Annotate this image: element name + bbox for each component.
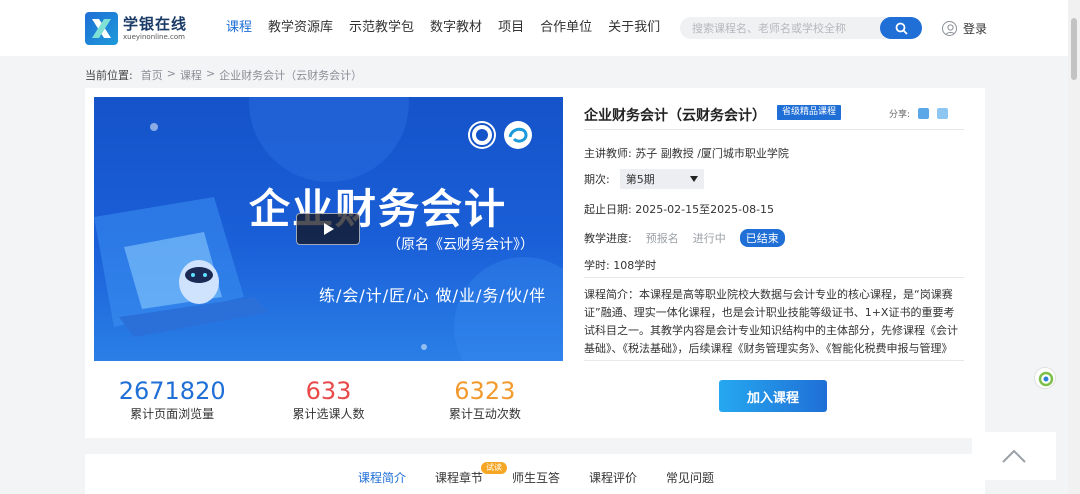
play-button[interactable]	[296, 213, 360, 245]
stat-page-views: 2671820 累计页面浏览量	[94, 376, 250, 426]
breadcrumb-home[interactable]: 首页	[141, 67, 163, 83]
course-intro: 课程简介：本课程是高等职业院校大数据与会计专业的核心课程，是“岗课赛证”融通、理…	[584, 288, 958, 355]
share-bar: 分享:	[889, 107, 949, 120]
top-header: 学银在线 xueyinonline.com 课程 教学资源库 示范教学包 数字教…	[0, 0, 1080, 56]
share-label: 分享:	[889, 110, 911, 120]
school-seal-icon	[468, 121, 496, 149]
breadcrumb: 当前位置: 首页 > 课程 > 企业财务会计（云财务会计）	[85, 67, 362, 83]
search-icon	[895, 22, 908, 35]
back-to-top-button[interactable]	[972, 432, 1056, 480]
nav-projects[interactable]: 项目	[498, 20, 524, 36]
period-label: 期次:	[584, 173, 610, 186]
course-info: 企业财务会计（云财务会计） 省级精品课程 分享: 主讲教师: 苏子 副教授 /厦…	[584, 88, 964, 438]
hours-row: 学时: 108学时	[584, 259, 657, 272]
tab-intro[interactable]: 课程简介	[358, 469, 406, 486]
share-qrcode-icon[interactable]	[937, 108, 949, 119]
quality-badge: 省级精品课程	[777, 105, 842, 120]
site-logo[interactable]: 学银在线 xueyinonline.com	[85, 12, 187, 45]
partner-logo-icon	[504, 121, 532, 149]
period-value: 第5期	[625, 173, 655, 186]
breadcrumb-separator: >	[166, 67, 176, 80]
breadcrumb-courses[interactable]: 课程	[180, 67, 202, 83]
progress-label: 教学进度:	[584, 232, 632, 245]
login-label: 登录	[963, 22, 988, 36]
nav-resource-library[interactable]: 教学资源库	[268, 20, 333, 36]
stat-value: 633	[305, 377, 352, 405]
course-card: 企业财务会计 （原名《云财务会计》） 练/会/计/匠/心 做/业/务/伙/伴 2…	[85, 88, 985, 438]
join-course-button[interactable]: 加入课程	[719, 380, 827, 412]
divider	[584, 277, 964, 278]
progress-step-ended: 已结束	[739, 229, 785, 247]
user-icon	[942, 21, 957, 36]
breadcrumb-current: 企业财务会计（云财务会计）	[219, 69, 363, 82]
course-cover-video[interactable]: 企业财务会计 （原名《云财务会计》） 练/会/计/匠/心 做/业/务/伙/伴	[94, 97, 563, 361]
tab-qa[interactable]: 师生互答	[512, 469, 560, 486]
course-tabs: 课程简介 课程章节 试读 师生互答 课程评价 常见问题	[85, 454, 985, 494]
course-title: 企业财务会计（云财务会计）	[584, 108, 766, 124]
chevron-up-icon	[1002, 449, 1026, 463]
stat-label: 累计页面浏览量	[130, 407, 215, 421]
nav-demo-packages[interactable]: 示范教学包	[349, 20, 414, 36]
play-icon	[324, 223, 334, 235]
progress-step-ongoing: 进行中	[692, 232, 726, 245]
stat-label: 累计选课人数	[292, 407, 365, 421]
cover-title: 企业财务会计	[249, 185, 507, 233]
stat-value: 2671820	[118, 377, 226, 405]
search-box	[680, 17, 922, 39]
stat-label: 累计互动次数	[448, 407, 521, 421]
tab-chapters[interactable]: 课程章节	[435, 469, 483, 486]
period-row: 期次: 第5期	[584, 169, 704, 189]
logo-en: xueyinonline.com	[123, 33, 185, 41]
page-scrollbar[interactable]	[1068, 0, 1080, 494]
stat-enrollments: 633 累计选课人数	[250, 376, 406, 426]
breadcrumb-separator: >	[205, 67, 216, 80]
cover-slogan: 练/会/计/匠/心 做/业/务/伙/伴	[319, 286, 547, 305]
main-nav: 课程 教学资源库 示范教学包 数字教材 项目 合作单位 关于我们	[226, 20, 676, 36]
breadcrumb-label: 当前位置:	[85, 69, 133, 82]
divider	[584, 129, 964, 130]
logo-cn: 学银在线	[123, 15, 188, 33]
tab-reviews[interactable]: 课程评价	[589, 469, 637, 486]
stat-interactions: 6323 累计互动次数	[407, 376, 563, 426]
scroll-thumb[interactable]	[1071, 18, 1077, 80]
share-weibo-icon[interactable]	[918, 108, 930, 119]
login-link[interactable]: 登录	[942, 20, 987, 37]
progress-row: 教学进度: 预报名 进行中 已结束	[584, 229, 785, 247]
nav-digital-textbooks[interactable]: 数字教材	[430, 20, 482, 36]
nav-partners[interactable]: 合作单位	[540, 20, 592, 36]
stat-value: 6323	[454, 377, 516, 405]
caret-down-icon	[689, 176, 698, 182]
tab-faq[interactable]: 常见问题	[666, 469, 714, 486]
logo-mark-icon	[85, 12, 118, 45]
nav-courses[interactable]: 课程	[226, 20, 252, 36]
dates-row: 起止日期: 2025-02-15至2025-08-15	[584, 203, 775, 216]
nav-about[interactable]: 关于我们	[608, 20, 660, 36]
assistant-float-button[interactable]	[1034, 367, 1056, 389]
logo-text: 学银在线 xueyinonline.com	[123, 15, 187, 42]
period-select[interactable]: 第5期	[619, 169, 704, 189]
search-input[interactable]	[692, 20, 877, 36]
search-button[interactable]	[880, 17, 922, 39]
course-stats: 2671820 累计页面浏览量 633 累计选课人数 6323 累计互动次数	[94, 376, 563, 426]
assistant-icon	[1038, 371, 1054, 387]
progress-step-prereg: 预报名	[645, 232, 679, 245]
cover-subtitle: （原名《云财务会计》）	[387, 237, 534, 253]
teacher-row: 主讲教师: 苏子 副教授 /厦门城市职业学院	[584, 147, 789, 160]
try-read-tag: 试读	[481, 462, 507, 474]
divider	[584, 360, 964, 361]
